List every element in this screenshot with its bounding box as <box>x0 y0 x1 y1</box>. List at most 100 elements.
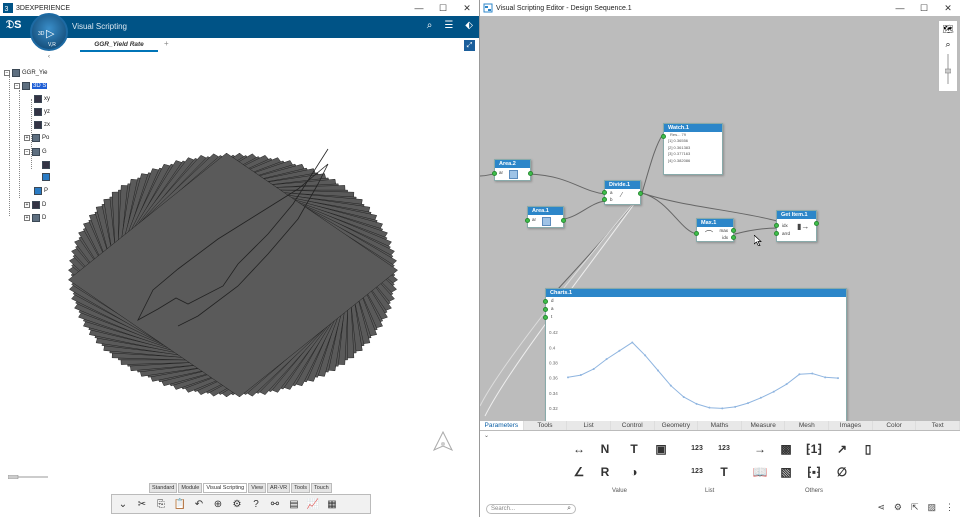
help-icon[interactable]: ? <box>248 499 264 510</box>
palette-tab-color[interactable]: Color <box>873 421 917 430</box>
tab-module[interactable]: Module <box>178 483 203 493</box>
tree-item[interactable] <box>42 160 52 170</box>
cut-icon[interactable]: ✂ <box>134 499 150 510</box>
node-canvas[interactable]: Watch.1 Res... 79 [1] 0.36556 [2] 0.3613… <box>480 16 960 421</box>
settings-icon[interactable]: ⚙ <box>894 502 902 513</box>
arrow-point-icon[interactable]: → <box>752 441 768 457</box>
palette-tab-maths[interactable]: Maths <box>698 421 742 430</box>
sort-list-icon[interactable]: 123 <box>689 464 705 480</box>
divide-node[interactable]: Divide.1 a b ⁄ <box>602 180 643 205</box>
minimize-button[interactable]: — <box>888 0 912 16</box>
palette-tab-tools[interactable]: Tools <box>524 421 568 430</box>
palette-tab-measure[interactable]: Measure <box>742 421 786 430</box>
angle-icon[interactable]: ∠ <box>571 464 587 480</box>
palette-tab-list[interactable]: List <box>567 421 611 430</box>
palette-tab-geometry[interactable]: Geometry <box>655 421 699 430</box>
add-tab-icon[interactable]: + <box>164 39 169 48</box>
divide-output-port[interactable] <box>638 191 643 196</box>
chart-icon[interactable]: 📈 <box>305 499 321 510</box>
3d-viewport[interactable] <box>58 54 479 474</box>
divide-input-a[interactable] <box>602 190 607 195</box>
close-button[interactable]: ✕ <box>936 0 960 16</box>
palette-tab-images[interactable]: Images <box>829 421 873 430</box>
more-icon[interactable]: ⋮ <box>945 502 954 513</box>
grid-icon[interactable]: ▦ <box>324 499 340 510</box>
tab-visual-scripting[interactable]: Visual Scripting <box>203 483 248 493</box>
getitem-output-port[interactable] <box>814 221 819 226</box>
zoom-icon[interactable]: ⊕ <box>210 499 226 510</box>
tree-item[interactable]: −3D S <box>14 81 48 91</box>
palette-tab-text[interactable]: Text <box>916 421 960 430</box>
ds-logo-icon[interactable]: 𝔇S <box>6 19 22 32</box>
zoom-slider[interactable] <box>945 54 951 84</box>
picture-icon[interactable]: ▧ <box>778 464 794 480</box>
tree-item[interactable]: − G <box>24 147 47 157</box>
tab-touch[interactable]: Touch <box>310 483 332 493</box>
tree-item[interactable]: yz <box>34 107 50 117</box>
palette-tab-control[interactable]: Control <box>611 421 655 430</box>
tree-item[interactable]: xy <box>34 94 50 104</box>
table-icon[interactable]: ▤ <box>286 499 302 510</box>
string-box-icon[interactable]: ▣ <box>653 441 669 457</box>
tree-item[interactable]: + D <box>24 213 46 223</box>
fit-all-icon[interactable]: ⤢ <box>464 40 475 51</box>
menu-icon[interactable]: ☰ <box>444 20 453 31</box>
area2-input-port[interactable] <box>492 171 497 176</box>
chevron-down-icon[interactable]: ⌄ <box>115 499 131 510</box>
play-icon[interactable]: ▷ <box>46 27 54 40</box>
column-icon[interactable]: ▯ <box>860 441 876 457</box>
getitem-input-arrd[interactable] <box>774 231 779 236</box>
max-node[interactable]: Max.1 max idx ⌒ <box>694 218 736 242</box>
watch-input-port[interactable] <box>661 134 666 139</box>
bracket-icon[interactable]: ⁅▪⁆ <box>806 464 822 480</box>
charts-input-d[interactable] <box>543 299 548 304</box>
search-icon[interactable]: ⌕ <box>945 39 950 50</box>
tab-standard[interactable]: Standard <box>149 483 178 493</box>
search-icon[interactable]: ⌕ <box>567 505 571 513</box>
area1-input-port[interactable] <box>525 218 530 223</box>
minimize-button[interactable]: — <box>407 0 431 16</box>
tab-tools[interactable]: Tools <box>291 483 310 493</box>
text-param-icon[interactable]: T <box>626 441 642 457</box>
search-input[interactable]: Search... ⌕ <box>486 504 576 514</box>
tree-item[interactable]: + Po <box>24 133 49 143</box>
update-icon[interactable]: ⚙ <box>229 499 245 510</box>
integer-icon[interactable]: N <box>597 441 613 457</box>
image-icon[interactable]: ▩ <box>778 441 794 457</box>
vector-icon[interactable]: ↗ <box>834 441 850 457</box>
tab-view[interactable]: View <box>248 483 267 493</box>
number-list-icon[interactable]: 123 <box>689 441 705 457</box>
boolean-icon[interactable]: ◑ <box>626 464 642 480</box>
tree-item[interactable]: + D <box>24 200 46 210</box>
export-icon[interactable]: ⇱ <box>911 502 919 513</box>
map-icon[interactable]: 🗺 <box>942 24 953 35</box>
mini-compass-icon[interactable] <box>430 430 456 456</box>
series-icon[interactable]: 123 <box>716 441 732 457</box>
watch-node[interactable]: Watch.1 Res... 79 [1] 0.36556 [2] 0.3613… <box>661 123 723 175</box>
charts-node[interactable]: Charts.1 d a t 0.42 0.4 0.38 0.36 0.34 0.32 <box>543 288 847 421</box>
tag-icon[interactable]: ⬖ <box>465 20 473 31</box>
tab-ar-vr[interactable]: AR-VR <box>267 483 291 493</box>
getitem-input-idx[interactable] <box>774 223 779 228</box>
paste-icon[interactable]: 📋 <box>172 499 188 510</box>
max-output-idx[interactable] <box>731 235 736 240</box>
getitem-node[interactable]: Get Item.1 idx arrd ▮→ <box>774 210 819 242</box>
area2-node[interactable]: Area.2 ar <box>492 159 533 181</box>
tree-item[interactable]: P <box>34 186 48 196</box>
tree-item[interactable] <box>42 172 52 182</box>
area1-output-port[interactable] <box>561 218 566 223</box>
palette-tab-parameters[interactable]: Parameters <box>480 421 524 430</box>
share-icon[interactable]: ⋖ <box>877 502 885 513</box>
index-icon[interactable]: ⁅1⁆ <box>806 441 822 457</box>
area1-node[interactable]: Area.1 ar <box>525 206 566 228</box>
area2-output-port[interactable] <box>528 171 533 176</box>
chevron-down-icon[interactable]: ⌄ <box>484 432 489 439</box>
tree-item[interactable]: − GGR_Yie <box>4 68 47 78</box>
null-icon[interactable]: ∅ <box>834 464 850 480</box>
maximize-button[interactable]: ☐ <box>431 0 455 16</box>
undo-icon[interactable]: ↶ <box>191 499 207 510</box>
book-icon[interactable]: 📖 <box>752 464 768 480</box>
copy-icon[interactable]: ⎘ <box>153 499 169 510</box>
length-icon[interactable]: ↔ <box>571 441 587 457</box>
image-capture-icon[interactable]: ▨ <box>927 502 936 513</box>
